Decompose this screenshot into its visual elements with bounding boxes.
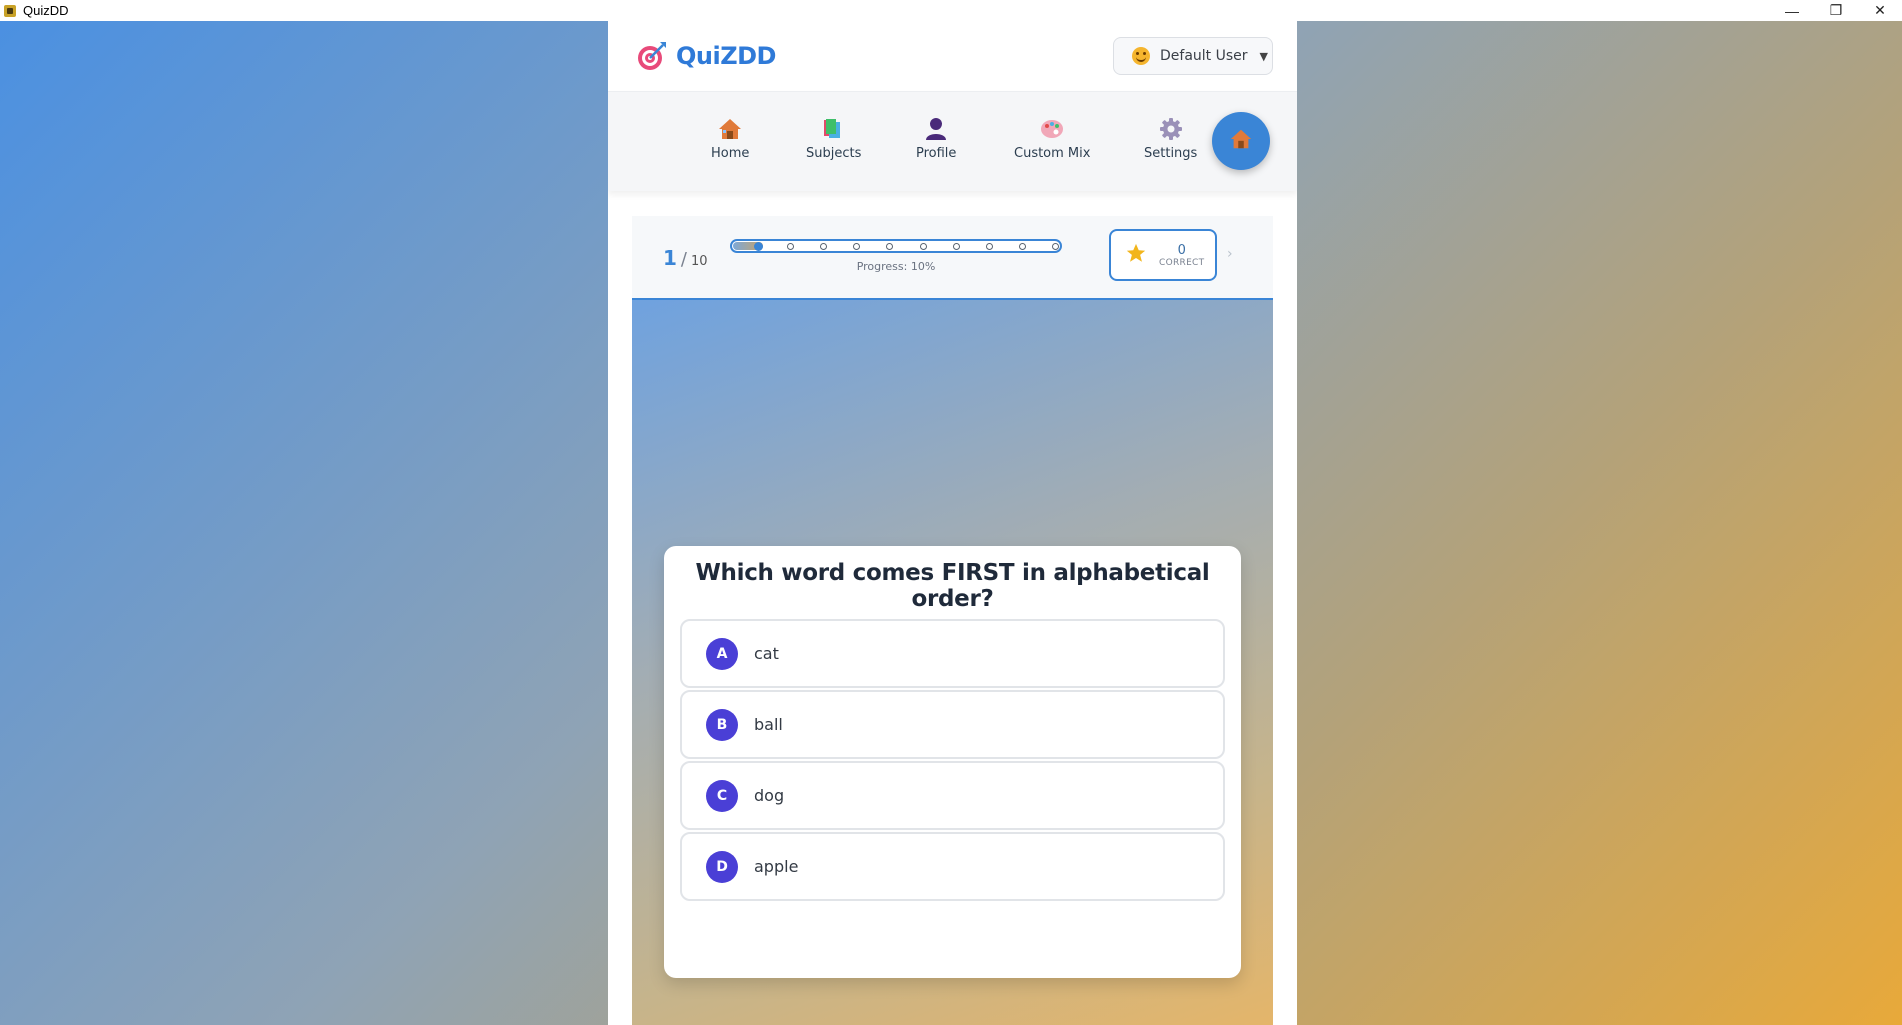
user-menu-button[interactable]: Default User ▼ <box>1113 37 1273 75</box>
option-text: cat <box>754 644 779 663</box>
score-badge: 0 CORRECT <box>1109 229 1217 281</box>
app-container: QuiZDD Default User ▼ Home Subjects Prof… <box>608 21 1297 1025</box>
nav-label-custom-mix: Custom Mix <box>1014 146 1091 161</box>
progress-step-dot <box>920 243 927 250</box>
chevron-right-icon: › <box>1227 246 1233 262</box>
window-titlebar: QuizDD — ❐ ✕ <box>0 0 1902 21</box>
gear-icon <box>1158 116 1184 142</box>
brand-logo[interactable]: QuiZDD <box>636 40 776 72</box>
progress-step-dot <box>853 243 860 250</box>
option-text: apple <box>754 857 799 876</box>
question-text: Which word comes FIRST in alphabetical o… <box>695 560 1210 612</box>
answer-option-c[interactable]: C dog <box>680 761 1225 830</box>
nav-item-settings[interactable]: Settings <box>1144 116 1197 161</box>
option-text: ball <box>754 715 783 734</box>
answer-option-b[interactable]: B ball <box>680 690 1225 759</box>
minimize-button[interactable]: — <box>1770 0 1814 21</box>
option-letter-badge: B <box>706 708 738 741</box>
progress-step-dot <box>754 242 763 251</box>
option-letter-badge: C <box>706 779 738 812</box>
score-value: 0 <box>1177 242 1186 258</box>
option-text: dog <box>754 786 785 805</box>
nav-item-home[interactable]: Home <box>711 116 749 161</box>
chevron-down-icon: ▼ <box>1259 49 1268 63</box>
house-icon <box>1229 127 1253 155</box>
progress-step-dot <box>986 243 993 250</box>
option-letter-badge: A <box>706 637 738 670</box>
nav-label-settings: Settings <box>1144 146 1198 161</box>
nav-bar: Home Subjects Profile Custom Mix Setting… <box>608 91 1297 191</box>
score-label: CORRECT <box>1159 257 1205 268</box>
top-bar: QuiZDD Default User ▼ <box>608 21 1297 91</box>
house-icon <box>717 116 743 142</box>
score-text: 0 CORRECT <box>1159 243 1204 268</box>
app-icon <box>4 4 16 17</box>
current-question: 1 <box>663 246 677 270</box>
target-icon <box>636 40 668 72</box>
nav-item-profile[interactable]: Profile <box>916 116 956 161</box>
progress-step-dot <box>787 243 794 250</box>
restore-button[interactable]: ❐ <box>1814 0 1858 21</box>
quiz-progress-panel: 1 / 10 Progress: 10% 0 CORRECT › <box>632 216 1273 300</box>
nav-item-subjects[interactable]: Subjects <box>806 116 861 161</box>
star-icon <box>1125 242 1147 268</box>
answer-option-d[interactable]: D apple <box>680 832 1225 901</box>
option-letter-badge: D <box>706 850 738 883</box>
person-icon <box>923 116 949 142</box>
smiley-icon <box>1132 47 1150 65</box>
nav-item-custom-mix[interactable]: Custom Mix <box>1014 116 1090 161</box>
counter-separator: / <box>680 249 687 270</box>
quiz-stage: Which word comes FIRST in alphabetical o… <box>632 300 1273 1025</box>
progress-bar <box>730 239 1062 253</box>
books-icon <box>821 116 847 142</box>
nav-label-profile: Profile <box>916 146 957 161</box>
progress-label: Progress: 10% <box>856 260 936 273</box>
nav-label-home: Home <box>711 146 750 161</box>
total-questions: 10 <box>691 254 708 269</box>
window-controls: — ❐ ✕ <box>1770 0 1902 21</box>
progress-step-dot <box>820 243 827 250</box>
user-name: Default User <box>1160 48 1248 64</box>
brand-name: QuiZDD <box>676 42 776 70</box>
nav-label-subjects: Subjects <box>806 146 862 161</box>
window-title: QuizDD <box>23 3 69 18</box>
progress-step-dot <box>886 243 893 250</box>
palette-icon <box>1039 116 1065 142</box>
home-fab-button[interactable] <box>1212 112 1270 170</box>
question-counter: 1 / 10 <box>663 246 708 270</box>
progress-step-dot <box>1019 243 1026 250</box>
close-button[interactable]: ✕ <box>1858 0 1902 21</box>
progress-step-dot <box>953 243 960 250</box>
question-card: Which word comes FIRST in alphabetical o… <box>664 546 1241 978</box>
answer-option-a[interactable]: A cat <box>680 619 1225 688</box>
progress-step-dot <box>1052 243 1059 250</box>
